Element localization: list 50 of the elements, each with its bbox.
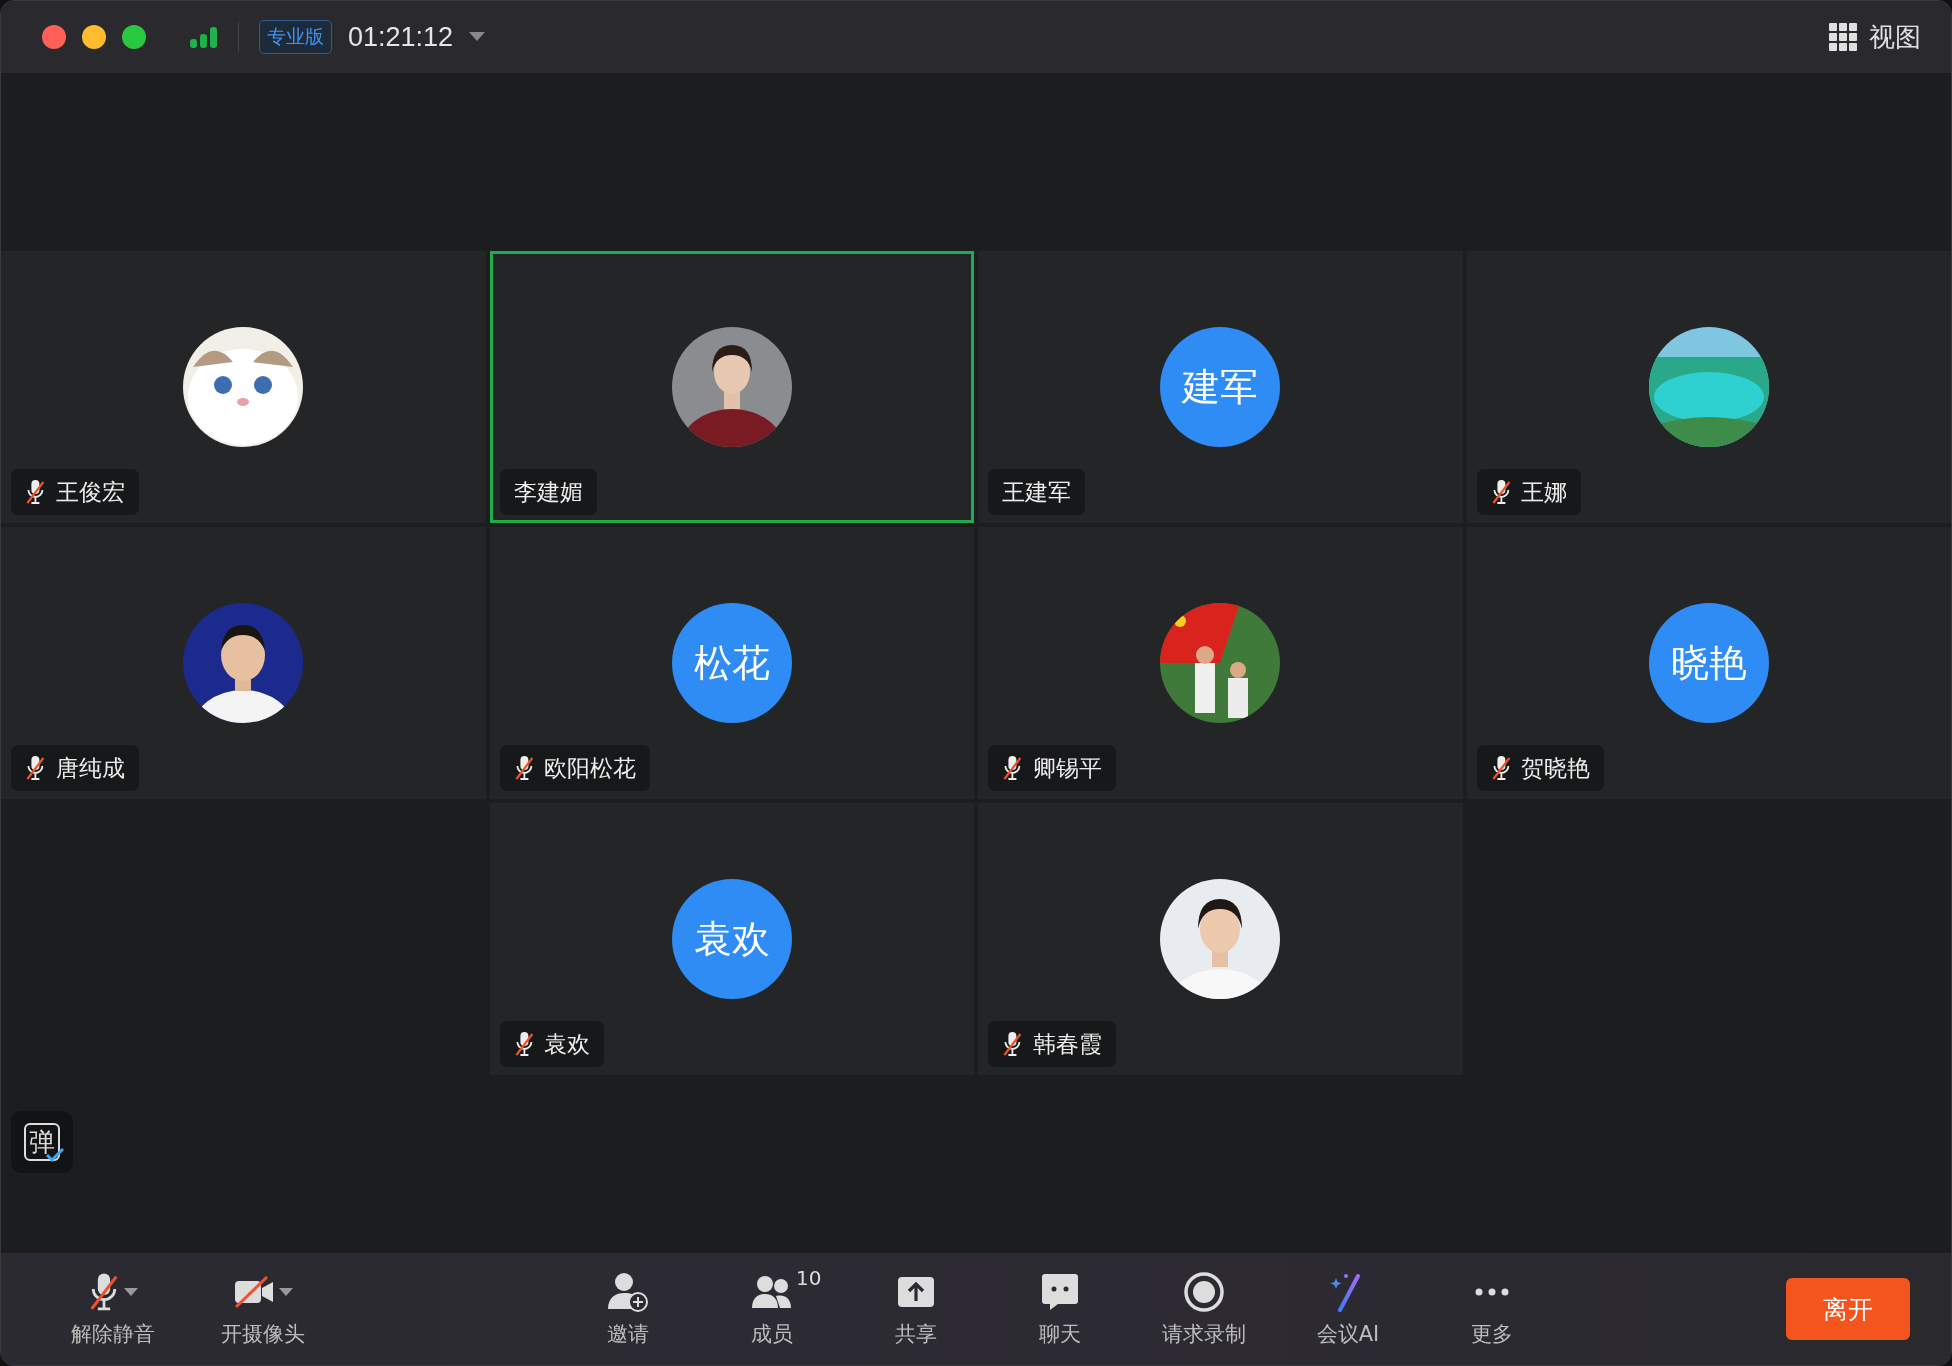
name-tag: 王建军 bbox=[988, 469, 1085, 515]
muted-mic-icon bbox=[25, 479, 46, 505]
meeting-timer: 01:21:12 bbox=[348, 21, 454, 53]
muted-mic-icon bbox=[1002, 755, 1023, 781]
avatar-initials: 晓艳 bbox=[1648, 603, 1769, 723]
name-tag: 李建媚 bbox=[499, 469, 597, 515]
more-icon bbox=[1474, 1287, 1510, 1297]
camera-button[interactable]: 开摄像头 bbox=[188, 1270, 338, 1348]
ai-button[interactable]: 会议AI bbox=[1276, 1270, 1420, 1348]
muted-mic-icon bbox=[1490, 755, 1512, 781]
avatar-initials: 建军 bbox=[1160, 327, 1281, 447]
name-tag: 贺晓艳 bbox=[1476, 745, 1605, 791]
maximize-button[interactable] bbox=[122, 25, 146, 49]
people-icon bbox=[752, 1274, 792, 1310]
name-tag: 唐纯成 bbox=[11, 745, 139, 791]
danmaku-button[interactable]: 弹 bbox=[11, 1111, 73, 1173]
muted-mic-icon bbox=[1490, 479, 1512, 505]
more-button[interactable]: 更多 bbox=[1420, 1270, 1564, 1348]
close-button[interactable] bbox=[42, 25, 66, 49]
muted-mic-icon bbox=[513, 755, 535, 781]
caret-icon[interactable] bbox=[469, 32, 486, 42]
name-tag: 王俊宏 bbox=[11, 469, 139, 515]
name-tag: 袁欢 bbox=[499, 1021, 605, 1067]
avatar-initials: 松花 bbox=[671, 603, 792, 723]
chat-button[interactable]: 聊天 bbox=[988, 1270, 1132, 1348]
muted-mic-icon bbox=[88, 1272, 120, 1312]
name-tag: 韩春霞 bbox=[988, 1021, 1116, 1067]
chat-icon bbox=[1040, 1273, 1080, 1311]
signal-icon bbox=[190, 26, 218, 48]
view-button[interactable]: 视图 bbox=[1825, 15, 1925, 59]
avatar-initials: 袁欢 bbox=[671, 879, 792, 999]
add-user-icon bbox=[606, 1271, 650, 1313]
camera-off-icon bbox=[233, 1275, 275, 1309]
minimize-button[interactable] bbox=[82, 25, 106, 49]
muted-mic-icon bbox=[513, 1031, 535, 1057]
share-button[interactable]: 共享 bbox=[844, 1270, 988, 1348]
record-icon bbox=[1183, 1271, 1225, 1313]
invite-button[interactable]: 邀请 bbox=[556, 1270, 700, 1348]
mic-button[interactable]: 解除静音 bbox=[38, 1270, 188, 1348]
name-tag: 王娜 bbox=[1476, 469, 1582, 515]
edition-badge: 专业版 bbox=[259, 20, 332, 54]
grid-icon bbox=[1829, 23, 1857, 51]
caret-icon[interactable] bbox=[279, 1287, 293, 1297]
name-tag: 卿锡平 bbox=[988, 745, 1116, 791]
caret-icon[interactable] bbox=[124, 1287, 138, 1297]
name-tag: 欧阳松花 bbox=[499, 745, 651, 791]
record-button[interactable]: 请求录制 bbox=[1132, 1270, 1276, 1348]
share-screen-icon bbox=[896, 1275, 936, 1309]
muted-mic-icon bbox=[25, 755, 46, 781]
muted-mic-icon bbox=[1002, 1031, 1023, 1057]
